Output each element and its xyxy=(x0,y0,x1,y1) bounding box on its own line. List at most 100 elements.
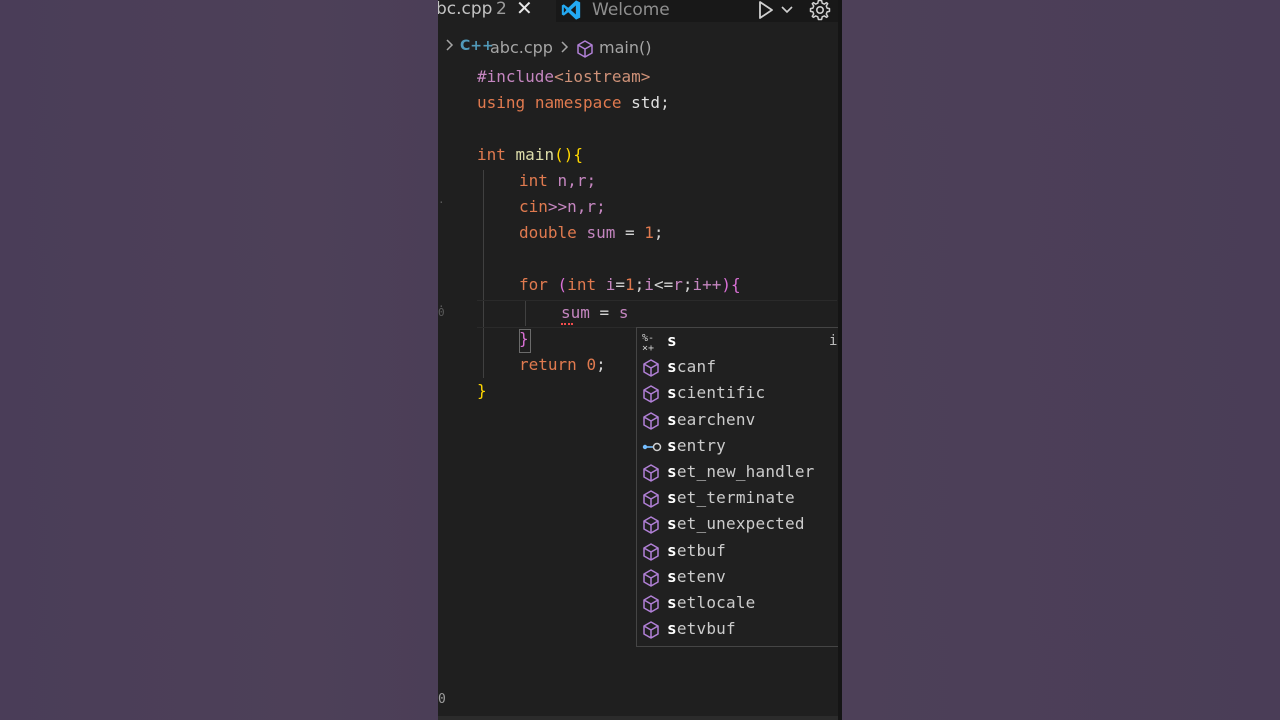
token: s xyxy=(618,303,629,322)
suggestion-rest-text: canf xyxy=(676,357,717,377)
token: sum xyxy=(586,223,616,242)
token: <= xyxy=(653,275,674,294)
method-cube-icon xyxy=(641,384,661,404)
suggestion-label: scientific xyxy=(667,380,765,406)
token: int xyxy=(477,145,506,164)
breadcrumb: C++ abc.cpp main() xyxy=(438,36,840,60)
method-cube-icon xyxy=(641,515,661,535)
suggestion-rest-text: etvbuf xyxy=(676,619,736,639)
code-line-4: int main(){ xyxy=(477,142,583,168)
suggestion-match-text: s xyxy=(667,593,677,612)
token: = xyxy=(615,223,645,242)
token: >> xyxy=(547,197,568,216)
tab-abc-cpp[interactable]: bc.cpp 2 ✕ xyxy=(438,0,556,22)
suggestion-item[interactable]: setenv xyxy=(637,564,840,590)
suggestion-info-icon[interactable]: i xyxy=(829,328,837,354)
suggestion-match-text: s xyxy=(667,514,677,534)
suggestion-item[interactable]: %- ×+ s i xyxy=(637,328,840,354)
problems-count-badge: 2 xyxy=(496,0,507,19)
suggestion-match-text: s xyxy=(667,566,677,586)
token: ( xyxy=(557,275,568,294)
token: i xyxy=(692,275,703,294)
token: = xyxy=(589,303,619,322)
token: = xyxy=(615,275,626,294)
token: <iostream> xyxy=(554,67,651,86)
suggestion-rest-text: et_unexpected xyxy=(676,514,805,534)
suggestion-rest-text: et_new_handler xyxy=(676,462,815,481)
suggestion-label: sentry xyxy=(667,433,726,459)
token: std xyxy=(631,93,661,112)
window-edge xyxy=(838,0,842,720)
suggestion-match-text: s xyxy=(667,488,677,508)
run-icon[interactable] xyxy=(756,0,776,26)
token: ) xyxy=(721,275,732,294)
suggestion-rest-text: cientific xyxy=(676,383,766,403)
token: 1 xyxy=(644,223,654,242)
problems-count: 0 xyxy=(438,692,446,707)
suggestion-match-text: s xyxy=(667,462,677,481)
method-cube-icon xyxy=(641,542,661,561)
chevron-right-icon xyxy=(444,36,456,58)
code-line-6: cin>>n,r; xyxy=(519,194,606,220)
token: ; xyxy=(634,275,645,294)
suggestion-item[interactable]: set_unexpected xyxy=(637,511,840,537)
token: cin xyxy=(519,197,548,216)
token: 0 xyxy=(586,355,597,374)
token: i xyxy=(605,275,616,294)
token: ; xyxy=(653,223,664,242)
suggestion-label: setvbuf xyxy=(667,616,736,642)
suggestion-item[interactable]: set_new_handler xyxy=(637,459,840,485)
suggestion-label: s xyxy=(667,328,677,354)
close-icon[interactable]: ✕ xyxy=(516,0,533,20)
breadcrumb-file[interactable]: abc.cpp xyxy=(490,38,553,57)
code-editor-window: bc.cpp 2 ✕ Welcome C++ abc.cpp main() · … xyxy=(438,0,840,720)
code-line-11: } xyxy=(519,326,529,352)
token: ; xyxy=(596,355,606,374)
code-line-13: } xyxy=(477,378,487,404)
chevron-right-icon xyxy=(559,38,571,60)
suggestion-label: set_unexpected xyxy=(667,511,805,537)
code-line-2: using namespace std; xyxy=(477,90,670,116)
token: sum xyxy=(561,303,590,322)
code-line-10: sum = s xyxy=(561,300,628,326)
suggestion-item[interactable]: set_terminate xyxy=(637,485,840,511)
suggestion-item[interactable]: sentry xyxy=(637,433,840,459)
suggestion-item[interactable]: setvbuf xyxy=(637,616,840,642)
token: { xyxy=(731,275,741,294)
suggestion-rest-text: etlocale xyxy=(676,593,756,612)
current-line-highlight xyxy=(477,300,837,328)
token: n,r; xyxy=(567,197,606,216)
indent-guide xyxy=(483,170,484,378)
gear-icon[interactable] xyxy=(808,0,832,27)
suggestion-item[interactable]: setbuf xyxy=(637,538,840,564)
snippet-icon: %- ×+ xyxy=(641,332,661,354)
suggestion-rest-text: et_terminate xyxy=(676,488,795,508)
suggestion-rest-text: earchenv xyxy=(676,409,756,429)
chevron-down-icon[interactable] xyxy=(780,1,794,22)
tab-welcome[interactable]: Welcome xyxy=(592,0,670,20)
suggestion-match-text: s xyxy=(667,409,677,429)
method-cube-icon xyxy=(641,411,661,430)
suggestion-item[interactable]: searchenv xyxy=(637,407,840,433)
code-line-1: #include<iostream> xyxy=(477,64,650,90)
method-cube-icon xyxy=(641,568,661,587)
breadcrumb-symbol[interactable]: main() xyxy=(599,38,651,57)
gutter-fold-mark: · xyxy=(438,196,445,209)
token: #include xyxy=(477,67,555,86)
method-cube-icon xyxy=(641,358,661,377)
tab-bar: bc.cpp 2 ✕ Welcome xyxy=(438,0,840,22)
method-cube-icon xyxy=(575,39,595,63)
cpp-file-icon: C++ xyxy=(460,38,494,54)
token: return xyxy=(519,355,577,374)
suggestion-item[interactable]: scanf xyxy=(637,354,840,380)
token: int xyxy=(519,171,548,190)
suggestion-match-text: s xyxy=(667,383,677,403)
scrollbar-horizontal[interactable] xyxy=(438,716,840,720)
method-cube-icon xyxy=(641,594,661,613)
token: n,r; xyxy=(557,171,597,190)
code-line-5: int n,r; xyxy=(519,168,596,194)
suggestion-label: setbuf xyxy=(667,538,726,564)
suggestion-item[interactable]: scientific xyxy=(637,380,840,406)
tab-label: bc.cpp xyxy=(438,0,493,19)
suggestion-item[interactable]: setlocale xyxy=(637,590,840,616)
